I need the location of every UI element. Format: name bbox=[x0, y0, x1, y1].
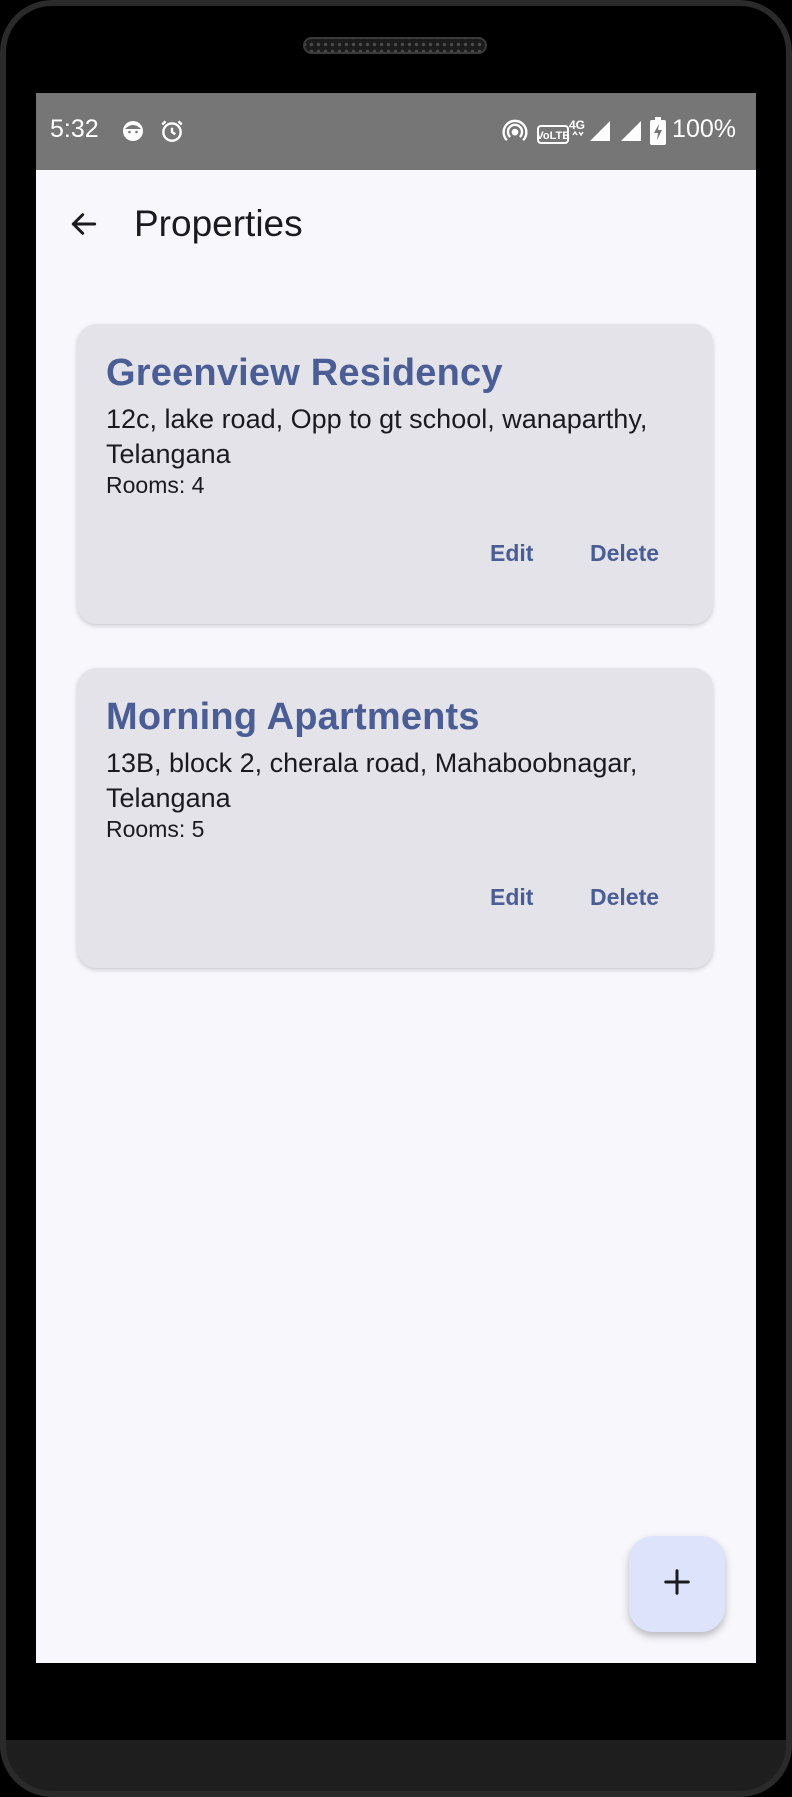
property-address: 12c, lake road, Opp to gt school, wanapa… bbox=[106, 404, 648, 469]
edit-button[interactable]: Edit bbox=[490, 880, 533, 915]
alarm-icon bbox=[159, 118, 185, 149]
app-screen: 5:32 VoLTE 4G 100% Properties Greenview … bbox=[36, 93, 756, 1663]
svg-text:VoLTE: VoLTE bbox=[537, 130, 570, 142]
property-rooms: Rooms: 5 bbox=[106, 816, 205, 842]
property-card: Greenview Residency 12c, lake road, Opp … bbox=[77, 324, 713, 624]
status-bar: 5:32 VoLTE 4G 100% bbox=[36, 93, 756, 170]
arrow-left-icon bbox=[68, 208, 100, 245]
volte-icon: VoLTE 4G bbox=[536, 117, 585, 152]
svg-text:4G: 4G bbox=[569, 118, 585, 132]
phone-frame: 5:32 VoLTE 4G 100% Properties Greenview … bbox=[0, 0, 792, 1797]
status-time: 5:32 bbox=[50, 115, 99, 143]
delete-button[interactable]: Delete bbox=[590, 536, 659, 571]
property-card: Morning Apartments 13B, block 2, cherala… bbox=[77, 668, 713, 968]
hotspot-icon bbox=[502, 118, 528, 149]
earpiece-speaker bbox=[303, 37, 487, 54]
delete-button[interactable]: Delete bbox=[590, 880, 659, 915]
signal-icon bbox=[588, 119, 612, 148]
phone-chin bbox=[0, 1740, 792, 1797]
signal-icon bbox=[619, 119, 643, 148]
plus-icon bbox=[662, 1567, 692, 1602]
add-property-button[interactable] bbox=[629, 1536, 725, 1632]
edit-button[interactable]: Edit bbox=[490, 536, 533, 571]
back-button[interactable] bbox=[62, 204, 106, 248]
property-address: 13B, block 2, cherala road, Mahaboobnaga… bbox=[106, 748, 638, 813]
property-name: Greenview Residency bbox=[106, 352, 503, 394]
property-name: Morning Apartments bbox=[106, 696, 480, 738]
battery-percentage: 100% bbox=[672, 115, 736, 143]
top-app-bar: Properties bbox=[36, 170, 756, 282]
battery-charging-icon bbox=[650, 117, 666, 150]
page-title: Properties bbox=[134, 203, 303, 244]
face-notification-icon bbox=[121, 119, 145, 148]
property-rooms: Rooms: 4 bbox=[106, 472, 205, 498]
